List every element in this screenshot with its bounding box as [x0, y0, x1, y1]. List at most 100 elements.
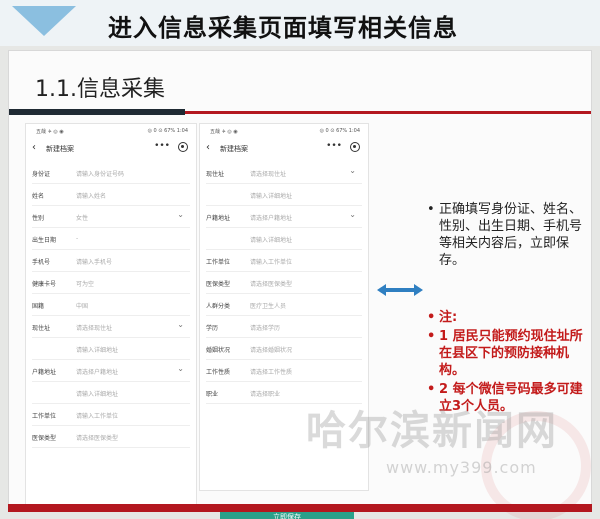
form-row[interactable]: 姓名 请输入姓名: [32, 184, 190, 206]
form-row[interactable]: 国籍 中国: [32, 294, 190, 316]
form-label: 国籍: [32, 303, 45, 310]
form-row[interactable]: 工作单位 请输入工作单位: [206, 250, 362, 272]
form-row[interactable]: 请输入详细地址: [206, 228, 362, 250]
form-field[interactable]: 请输入姓名: [76, 191, 106, 200]
banner-title: 进入信息采集页面填写相关信息: [108, 14, 458, 42]
form-field[interactable]: 请输入详细地址: [76, 345, 118, 354]
form-field[interactable]: 请输入详细地址: [250, 235, 292, 244]
form-label: 婚姻状况: [206, 347, 231, 354]
form-field[interactable]: 请输入详细地址: [76, 389, 118, 398]
form-row[interactable]: 户籍地址 请选择户籍地址 ⌄: [32, 360, 190, 382]
form-row[interactable]: 现住址 请选择现住址 ⌄: [206, 162, 362, 184]
form-row[interactable]: 医保类型 请选择医保类型: [206, 272, 362, 294]
form-row[interactable]: 出生日期 -: [32, 228, 190, 250]
form-row[interactable]: 户籍地址 请选择户籍地址 ⌄: [206, 206, 362, 228]
instruction-text: • 正确填写身份证、姓名、性别、出生日期、手机号等相关内容后，立即保存。: [427, 202, 583, 268]
nav-title: 新建档案: [46, 145, 74, 153]
divider-red: [185, 111, 591, 114]
form-field[interactable]: 请输入详细地址: [250, 191, 292, 200]
bullet-icon: •: [427, 329, 436, 344]
status-bar-left: 五哉 ✈ ◎ ◉: [36, 129, 64, 135]
form-label: 手机号: [32, 259, 51, 266]
form-label: 工作单位: [206, 259, 231, 266]
back-arrow-icon[interactable]: ‹: [32, 142, 36, 153]
form-row[interactable]: 医保类型 请选择医保类型: [32, 426, 190, 448]
form-field[interactable]: 请选择工作性质: [250, 367, 292, 376]
form-row[interactable]: 身份证 请输入身份证号码: [32, 162, 190, 184]
form-field[interactable]: 女性: [76, 213, 88, 222]
form-row[interactable]: 请输入详细地址: [206, 184, 362, 206]
note-1: 1 居民只能预约现住址所在县区下的预防接种机构。: [439, 329, 583, 378]
form-field[interactable]: 请选择医保类型: [76, 433, 118, 442]
form-field[interactable]: 请选择医保类型: [250, 279, 292, 288]
form-row[interactable]: 性别 女性 ⌄: [32, 206, 190, 228]
form-label: 户籍地址: [32, 369, 57, 376]
form-label: 工作单位: [32, 413, 57, 420]
form-field[interactable]: 请选择户籍地址: [76, 367, 118, 376]
watermark-logo: 哈尔滨新闻网: [306, 408, 558, 454]
target-icon[interactable]: [178, 142, 188, 152]
form-label: 学历: [206, 325, 219, 332]
top-banner: 进入信息采集页面填写相关信息: [0, 0, 600, 46]
form-field[interactable]: 请选择学历: [250, 323, 280, 332]
bullet-icon: •: [427, 310, 436, 325]
form-row[interactable]: 学历 请选择学历: [206, 316, 362, 338]
form-label: 出生日期: [32, 237, 57, 244]
divider-dark: [9, 109, 185, 115]
form-label: 现住址: [206, 171, 225, 178]
form-field[interactable]: 请输入手机号: [76, 257, 112, 266]
phone-screenshot-left: 五哉 ✈ ◎ ◉ ◎ 0 ⊙ 67% 1:04 ‹ 新建档案 ••• 身份证请输…: [25, 123, 197, 507]
form-field[interactable]: 请选择职业: [250, 389, 280, 398]
form-field[interactable]: 医疗卫生人员: [250, 301, 286, 310]
nav-bar: ‹ 新建档案 •••: [32, 141, 190, 158]
bottom-bar: [8, 504, 592, 512]
form-row[interactable]: 手机号 请输入手机号: [32, 250, 190, 272]
form-row[interactable]: 人群分类 医疗卫生人员: [206, 294, 362, 316]
form-label: 身份证: [32, 171, 51, 178]
chevron-down-icon[interactable]: ⌄: [349, 210, 356, 219]
form-label: 现住址: [32, 325, 51, 332]
form-field[interactable]: 请输入工作单位: [76, 411, 118, 420]
chevron-down-icon[interactable]: ⌄: [177, 210, 184, 219]
form-row[interactable]: 现住址 请选择现住址 ⌄: [32, 316, 190, 338]
form-field[interactable]: 中国: [76, 301, 88, 310]
form-field[interactable]: -: [76, 235, 78, 242]
note-title: 注:: [439, 310, 458, 325]
form-field[interactable]: 请输入身份证号码: [76, 169, 124, 178]
chevron-down-icon[interactable]: ⌄: [349, 166, 356, 175]
form-label: 人群分类: [206, 303, 231, 310]
section-title: 1.1.信息采集: [35, 77, 165, 102]
status-bar-right: ◎ 0 ⊙ 67% 1:04: [319, 128, 360, 134]
nav-title: 新建档案: [220, 145, 248, 153]
form-field[interactable]: 请选择现住址: [76, 323, 112, 332]
back-arrow-icon[interactable]: ‹: [206, 142, 210, 153]
bullet-icon: •: [427, 382, 436, 397]
form-field[interactable]: 请选择户籍地址: [250, 213, 292, 222]
form-field[interactable]: 请选择婚姻状况: [250, 345, 292, 354]
more-icon[interactable]: •••: [154, 141, 170, 151]
status-bar-left: 五哉 ✈ ◎ ◉: [210, 129, 238, 135]
more-icon[interactable]: •••: [326, 141, 342, 151]
form-row[interactable]: 工作性质 请选择工作性质: [206, 360, 362, 382]
form-label: 健康卡号: [32, 281, 57, 288]
form-field[interactable]: 请输入工作单位: [250, 257, 292, 266]
bullet-icon: •: [427, 202, 435, 217]
target-icon[interactable]: [350, 142, 360, 152]
form-field[interactable]: 可为空: [76, 279, 94, 288]
form-row[interactable]: 工作单位 请输入工作单位: [32, 404, 190, 426]
form-row[interactable]: 请输入详细地址: [32, 382, 190, 404]
form-row[interactable]: 婚姻状况 请选择婚姻状况: [206, 338, 362, 360]
double-arrow-icon: [377, 284, 423, 296]
status-bar-right: ◎ 0 ⊙ 67% 1:04: [147, 128, 188, 134]
chevron-down-icon[interactable]: ⌄: [177, 320, 184, 329]
nav-bar: ‹ 新建档案 •••: [206, 141, 362, 158]
form-label: 工作性质: [206, 369, 231, 376]
form-field[interactable]: 请选择现住址: [250, 169, 286, 178]
chevron-down-icon: [12, 6, 76, 36]
form-label: 姓名: [32, 193, 45, 200]
form-row[interactable]: 请输入详细地址: [32, 338, 190, 360]
form-label: 户籍地址: [206, 215, 231, 222]
form-label: 性别: [32, 215, 45, 222]
chevron-down-icon[interactable]: ⌄: [177, 364, 184, 373]
form-row[interactable]: 健康卡号 可为空: [32, 272, 190, 294]
